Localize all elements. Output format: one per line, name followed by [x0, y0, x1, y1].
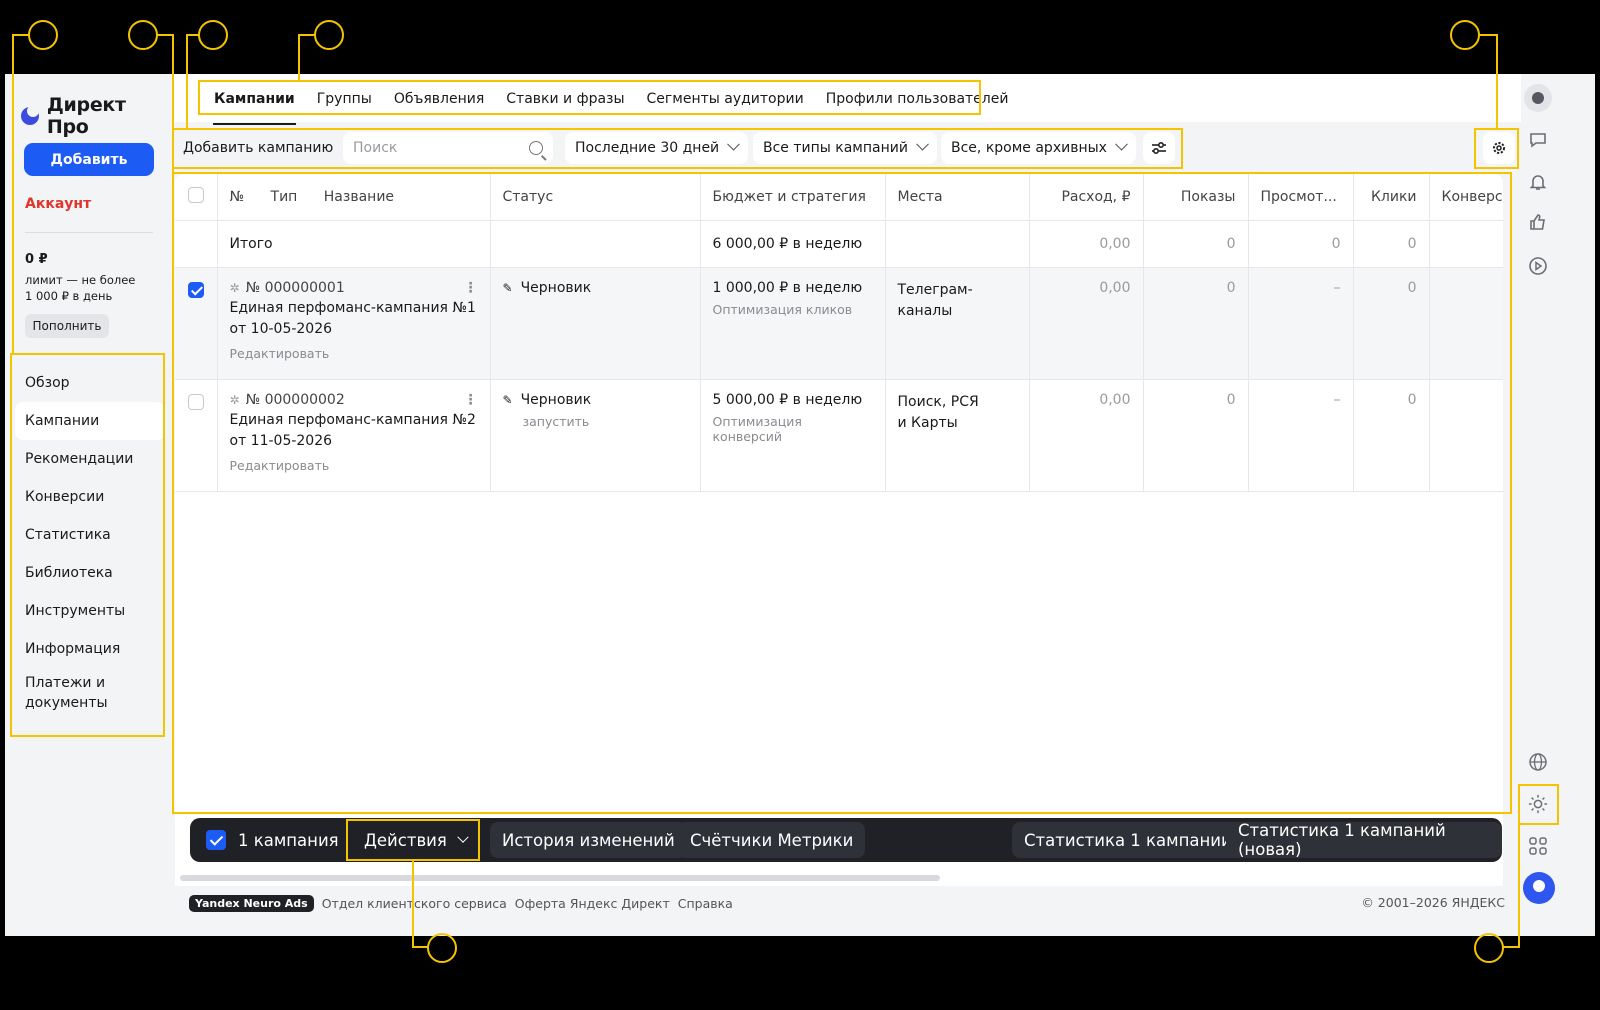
annotation-line	[12, 34, 14, 354]
annotation-box-nav	[10, 353, 165, 737]
account-link[interactable]: Аккаунт	[25, 196, 91, 212]
annotation-line	[298, 34, 316, 36]
annotation-line	[1478, 34, 1498, 36]
footer-link-help[interactable]: Справка	[678, 896, 733, 911]
annotation-line	[1518, 823, 1520, 948]
horizontal-scrollbar[interactable]	[180, 875, 940, 881]
avatar-icon[interactable]	[1524, 84, 1552, 112]
globe-icon[interactable]	[1528, 752, 1548, 772]
annotation-line	[172, 34, 174, 174]
chat-icon[interactable]	[1528, 130, 1548, 150]
history-button[interactable]: История изменений	[490, 822, 687, 858]
annotation-line	[1502, 946, 1520, 948]
footer-link-support[interactable]: Отдел клиентского сервиса	[322, 896, 507, 911]
footer-link-offer[interactable]: Оферта Яндекс Директ	[515, 896, 670, 911]
add-button[interactable]: Добавить	[24, 143, 154, 176]
account-balance: 0 ₽	[25, 252, 48, 267]
annotation-circle	[128, 20, 158, 50]
annotation-circle	[28, 20, 58, 50]
annotation-box-theme	[1518, 784, 1559, 825]
annotation-box-toolbar	[172, 128, 1183, 169]
annotation-line	[186, 34, 200, 36]
apps-grid-icon[interactable]	[1528, 836, 1548, 856]
footer: Yandex Neuro Ads Отдел клиентского серви…	[189, 894, 1505, 912]
selected-count-label: 1 кампания	[238, 830, 339, 850]
logo[interactable]: Директ Про	[21, 94, 173, 138]
neuro-ads-badge[interactable]: Yandex Neuro Ads	[189, 894, 314, 912]
campaign-stats-button[interactable]: Статистика 1 кампании	[1012, 822, 1244, 858]
divider	[25, 232, 153, 233]
campaign-stats-new-button[interactable]: Статистика 1 кампаний (новая)	[1226, 821, 1502, 859]
daily-limit: лимит — не более 1 000 ₽ в день	[25, 272, 155, 304]
annotation-box-table	[172, 172, 1512, 814]
annotation-line	[412, 946, 429, 948]
annotation-box-tabs	[198, 80, 981, 115]
annotation-circle	[198, 20, 228, 50]
limit-line-1: лимит — не более	[25, 273, 136, 287]
assistant-icon[interactable]	[1523, 872, 1555, 904]
bulk-select-checkbox[interactable]	[206, 830, 226, 850]
annotation-line	[1496, 34, 1498, 130]
bell-icon[interactable]	[1528, 172, 1548, 192]
annotation-circle	[1450, 20, 1480, 50]
annotation-circle	[314, 20, 344, 50]
topup-button[interactable]: Пополнить	[25, 314, 109, 338]
annotation-box-actions	[346, 819, 480, 861]
selected-count[interactable]: 1 кампания	[190, 822, 351, 858]
play-icon[interactable]	[1528, 256, 1548, 276]
annotation-circle	[427, 933, 457, 963]
annotation-circle	[1474, 933, 1504, 963]
metrika-counters-button[interactable]: Счётчики Метрики	[678, 822, 866, 858]
yandex-direct-logo-icon	[21, 105, 41, 127]
copyright: © 2001–2026 ЯНДЕКС	[1361, 895, 1505, 910]
annotation-line	[186, 34, 188, 130]
annotation-line	[298, 34, 300, 82]
limit-line-2: 1 000 ₽ в день	[25, 289, 113, 303]
annotation-box-settings	[1474, 128, 1519, 169]
logo-text: Директ Про	[46, 94, 126, 138]
annotation-line	[412, 859, 414, 947]
thumbs-up-icon[interactable]	[1528, 212, 1548, 232]
annotation-line	[12, 34, 30, 36]
